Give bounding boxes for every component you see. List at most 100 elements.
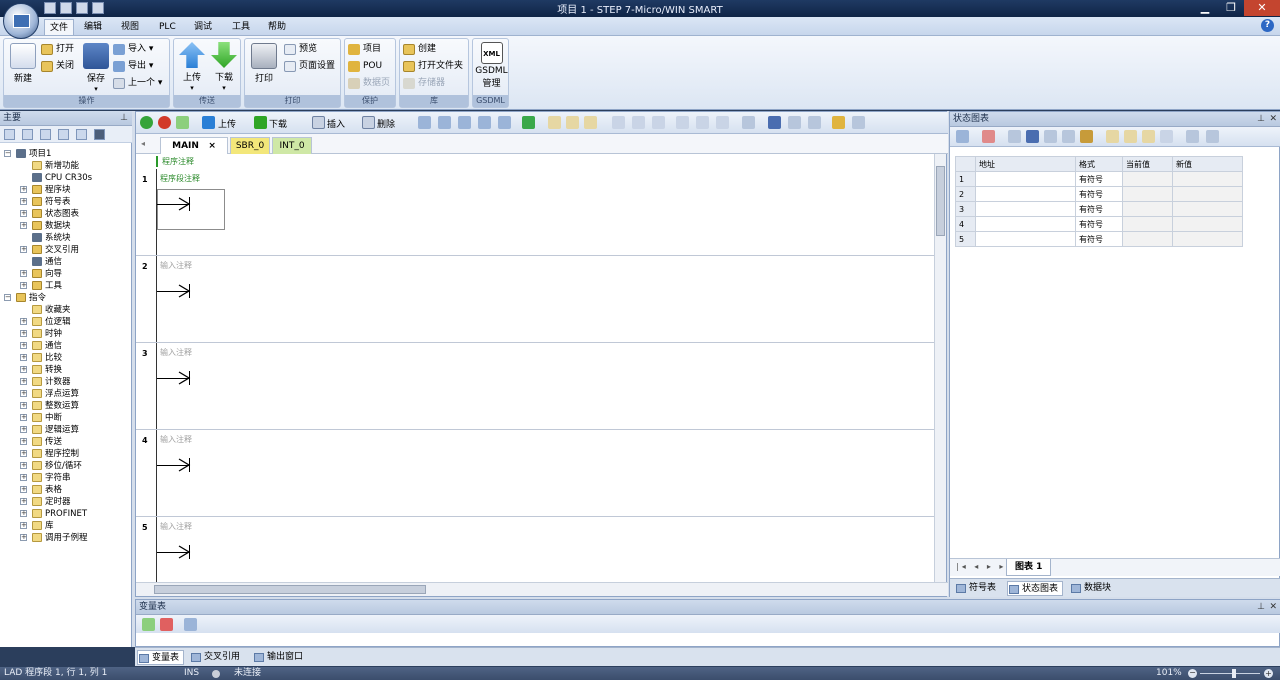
go-icon[interactable] xyxy=(522,116,535,129)
new-value-cell[interactable] xyxy=(1172,201,1243,217)
column-header-current-value[interactable]: 当前值 xyxy=(1122,156,1173,172)
expand-icon[interactable]: + xyxy=(20,390,27,397)
chart-tool-icon-5[interactable] xyxy=(1106,130,1119,143)
contact-icon-2[interactable] xyxy=(632,116,645,129)
current-value-cell[interactable] xyxy=(1122,231,1173,247)
status-chart-row[interactable]: 4 有符号 xyxy=(955,216,1243,232)
editor-horizontal-scrollbar[interactable] xyxy=(136,582,948,596)
delete-chart-icon[interactable] xyxy=(982,130,995,143)
tab-int0[interactable]: INT_0 xyxy=(272,137,312,154)
new-value-cell[interactable] xyxy=(1172,216,1243,232)
tab-main[interactable]: MAIN × xyxy=(160,137,228,154)
bottom-tab-variable-table[interactable]: 变量表 xyxy=(137,650,185,665)
tree-tool-icon-4[interactable] xyxy=(58,129,69,140)
expand-icon[interactable]: + xyxy=(20,378,27,385)
expand-icon[interactable]: + xyxy=(20,498,27,505)
expand-icon[interactable]: + xyxy=(20,474,27,481)
import-button[interactable]: 导入 ▾ xyxy=(112,42,153,57)
pencil-icon[interactable] xyxy=(1080,130,1093,143)
collapse-icon[interactable]: − xyxy=(4,150,11,157)
tab-sbr0[interactable]: SBR_0 xyxy=(230,137,270,154)
expand-icon[interactable]: + xyxy=(20,522,27,529)
tab-scroll-left-icon[interactable]: ◂ xyxy=(141,139,145,148)
upload-icon[interactable] xyxy=(202,116,215,129)
memory-button[interactable]: 存储器 xyxy=(402,76,445,91)
network[interactable]: 3 输入注释 xyxy=(136,343,936,430)
panel-tab-data-block[interactable]: 数据块 xyxy=(1070,581,1111,596)
download-button[interactable]: 下载 ▾ xyxy=(210,42,238,93)
vscroll-thumb[interactable] xyxy=(936,166,945,236)
current-value-cell[interactable] xyxy=(1122,186,1173,202)
print-button[interactable]: 打印 xyxy=(249,43,279,84)
expand-icon[interactable]: + xyxy=(20,354,27,361)
upload-button[interactable]: 上传 ▾ xyxy=(178,42,206,93)
chart-tool-icon-1[interactable] xyxy=(1008,130,1021,143)
close-button[interactable]: 关闭 xyxy=(40,59,74,74)
pin-icon[interactable]: ⊥ xyxy=(120,111,128,126)
tool-icon-b[interactable] xyxy=(438,116,451,129)
wand-icon[interactable] xyxy=(832,116,845,129)
zoom-out-icon[interactable]: − xyxy=(1188,669,1197,678)
chart-tool-icon-2[interactable] xyxy=(1026,130,1039,143)
note-icon[interactable] xyxy=(788,116,801,129)
pin-icon[interactable]: ⊥ xyxy=(1257,112,1265,127)
bottom-tab-output-window[interactable]: 输出窗口 xyxy=(253,650,303,665)
tree-tool-icon-1[interactable] xyxy=(4,129,15,140)
status-chart-row[interactable]: 5 有符号 xyxy=(955,231,1243,247)
editor-vertical-scrollbar[interactable] xyxy=(934,154,946,582)
column-header-new-value[interactable]: 新值 xyxy=(1172,156,1243,172)
expand-icon[interactable]: + xyxy=(20,270,27,277)
format-cell[interactable]: 有符号 xyxy=(1075,201,1123,217)
network[interactable]: 2 输入注释 xyxy=(136,256,936,343)
gsdml-manage-button[interactable]: XML GSDML 管理 xyxy=(475,42,508,89)
column-header-address[interactable]: 地址 xyxy=(975,156,1076,172)
chart-tool-icon-3[interactable] xyxy=(1044,130,1057,143)
expand-icon[interactable]: + xyxy=(20,462,27,469)
menu-edit[interactable]: 编辑 xyxy=(79,19,107,35)
current-value-cell[interactable] xyxy=(1122,201,1173,217)
status-chart-row[interactable]: 2 有符号 xyxy=(955,186,1243,202)
export-button[interactable]: 导出 ▾ xyxy=(112,59,153,74)
expand-icon[interactable]: + xyxy=(20,246,27,253)
chart-tool-icon-9[interactable] xyxy=(1186,130,1199,143)
close-icon[interactable]: ✕ xyxy=(1244,0,1280,16)
help-icon[interactable]: ? xyxy=(1261,19,1274,32)
zoom-slider-track[interactable] xyxy=(1200,673,1260,674)
add-chart-icon[interactable] xyxy=(956,130,969,143)
menu-view[interactable]: 视图 xyxy=(116,19,144,35)
tool-icon-d[interactable] xyxy=(478,116,491,129)
network[interactable]: 5 输入注释 xyxy=(136,517,936,582)
delete-tool-button[interactable]: 删除 xyxy=(377,117,395,130)
zoom-in-icon[interactable]: + xyxy=(1264,669,1273,678)
insert-tool-button[interactable]: 插入 xyxy=(327,117,345,130)
tool-icon-c[interactable] xyxy=(458,116,471,129)
protect-project-button[interactable]: 项目 xyxy=(347,42,381,57)
bookmark-icon-1[interactable] xyxy=(548,116,561,129)
format-cell[interactable]: 有符号 xyxy=(1075,186,1123,202)
expand-icon[interactable]: + xyxy=(20,534,27,541)
expand-icon[interactable]: + xyxy=(20,402,27,409)
expand-icon[interactable]: + xyxy=(20,282,27,289)
settings-icon[interactable] xyxy=(852,116,865,129)
open-folder-button[interactable]: 打开文件夹 xyxy=(402,59,463,74)
compile-icon[interactable] xyxy=(176,116,189,129)
panel-tab-symbol-table[interactable]: 符号表 xyxy=(955,581,996,596)
insert-row-icon[interactable] xyxy=(142,618,155,631)
address-cell[interactable] xyxy=(975,186,1076,202)
previous-button[interactable]: 上一个 ▾ xyxy=(112,76,162,91)
tree-tool-icon-6[interactable] xyxy=(94,129,105,140)
expand-icon[interactable]: + xyxy=(20,186,27,193)
edit-icon[interactable] xyxy=(808,116,821,129)
protect-data-page-button[interactable]: 数据页 xyxy=(347,76,390,91)
close-panel-icon[interactable]: ✕ xyxy=(1269,112,1277,127)
panel-tab-status-chart[interactable]: 状态图表 xyxy=(1007,581,1064,596)
network-comment[interactable]: 程序段注释 xyxy=(160,173,200,184)
address-cell[interactable] xyxy=(975,231,1076,247)
current-value-cell[interactable] xyxy=(1122,171,1173,187)
tab-close-icon[interactable]: × xyxy=(208,141,216,151)
zoom-slider-thumb[interactable] xyxy=(1232,669,1236,678)
expand-icon[interactable]: + xyxy=(20,210,27,217)
stop-icon[interactable] xyxy=(158,116,171,129)
status-chart-row[interactable]: 1 有符号 xyxy=(955,171,1243,187)
tree-tool-icon-3[interactable] xyxy=(40,129,51,140)
